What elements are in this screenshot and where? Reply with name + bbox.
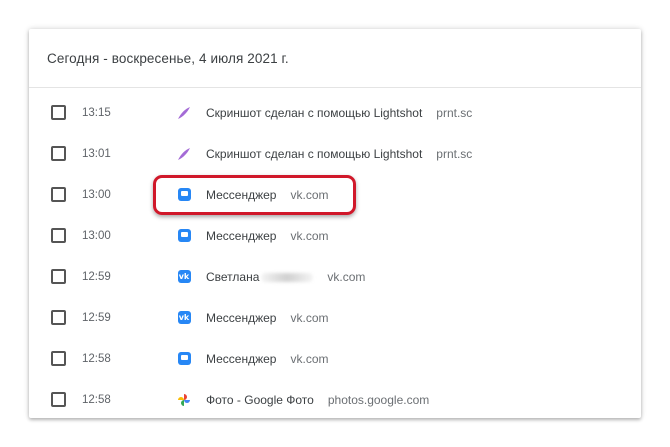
blurred-name <box>261 272 314 282</box>
history-date-header: Сегодня - воскресенье, 4 июля 2021 г. <box>29 29 641 88</box>
row-time: 12:58 <box>82 352 111 365</box>
row-domain: photos.google.com <box>327 392 430 407</box>
highlight-annotation-box <box>153 175 356 215</box>
vk-messenger-icon <box>177 229 191 243</box>
row-domain: vk.com <box>290 351 329 366</box>
history-row[interactable]: 12:58 Фото - Google Фото photos.google.co… <box>29 379 641 418</box>
row-title: Светлана <box>206 269 260 284</box>
history-row[interactable]: 13:01 Скриншот сделан с помощью Lightsho… <box>29 133 641 174</box>
row-title-link[interactable]: Мессенджер vk.com <box>206 311 329 325</box>
row-checkbox[interactable] <box>51 228 66 243</box>
row-time: 13:00 <box>82 188 111 201</box>
row-title-link[interactable]: Скриншот сделан с помощью Lightshot prnt.… <box>206 106 472 120</box>
date-title: Сегодня - воскресенье, 4 июля 2021 г. <box>47 50 289 66</box>
row-title: Скриншот сделан с помощью Lightshot <box>206 105 423 120</box>
row-checkbox[interactable] <box>51 187 66 202</box>
row-title-link[interactable]: Мессенджер vk.com <box>206 229 329 243</box>
lightshot-feather-icon <box>177 106 191 120</box>
lightshot-feather-icon <box>177 147 191 161</box>
row-time: 13:15 <box>82 106 111 119</box>
row-checkbox[interactable] <box>51 269 66 284</box>
vk-logo-icon: vk <box>177 311 191 324</box>
row-domain: prnt.sc <box>436 105 473 120</box>
row-title: Мессенджер <box>206 310 277 325</box>
row-domain: vk.com <box>327 269 366 284</box>
vk-logo-icon: vk <box>177 270 191 283</box>
row-time: 13:00 <box>82 229 111 242</box>
row-title: Фото - Google Фото <box>206 392 314 407</box>
row-title: Скриншот сделан с помощью Lightshot <box>206 146 423 161</box>
row-title-link[interactable]: Мессенджер vk.com <box>206 352 329 366</box>
row-time: 13:01 <box>82 147 111 160</box>
google-photos-icon <box>177 393 191 407</box>
row-checkbox[interactable] <box>51 351 66 366</box>
row-title-link[interactable]: Скриншот сделан с помощью Lightshot prnt.… <box>206 147 472 161</box>
row-domain: vk.com <box>290 228 329 243</box>
row-domain: prnt.sc <box>436 146 473 161</box>
row-domain: vk.com <box>290 310 329 325</box>
history-row[interactable]: 12:58 Мессенджер vk.com <box>29 338 641 379</box>
history-row[interactable]: 12:59 vk Светлана vk.com <box>29 256 641 297</box>
row-checkbox[interactable] <box>51 146 66 161</box>
history-row[interactable]: 13:00 Мессенджер vk.com <box>29 215 641 256</box>
row-time: 12:59 <box>82 270 111 283</box>
history-card: Сегодня - воскресенье, 4 июля 2021 г. 13… <box>29 29 641 418</box>
history-row[interactable]: 13:15 Скриншот сделан с помощью Lightsho… <box>29 92 641 133</box>
history-row[interactable]: 12:59 vk Мессенджер vk.com <box>29 297 641 338</box>
row-time: 12:58 <box>82 393 111 406</box>
row-checkbox[interactable] <box>51 392 66 407</box>
row-time: 12:59 <box>82 311 111 324</box>
row-title: Мессенджер <box>206 351 277 366</box>
row-checkbox[interactable] <box>51 105 66 120</box>
row-title-link[interactable]: Светлана vk.com <box>206 270 365 284</box>
vk-messenger-icon <box>177 352 191 366</box>
row-checkbox[interactable] <box>51 310 66 325</box>
row-title: Мессенджер <box>206 228 277 243</box>
row-title-link[interactable]: Фото - Google Фото photos.google.com <box>206 393 429 407</box>
